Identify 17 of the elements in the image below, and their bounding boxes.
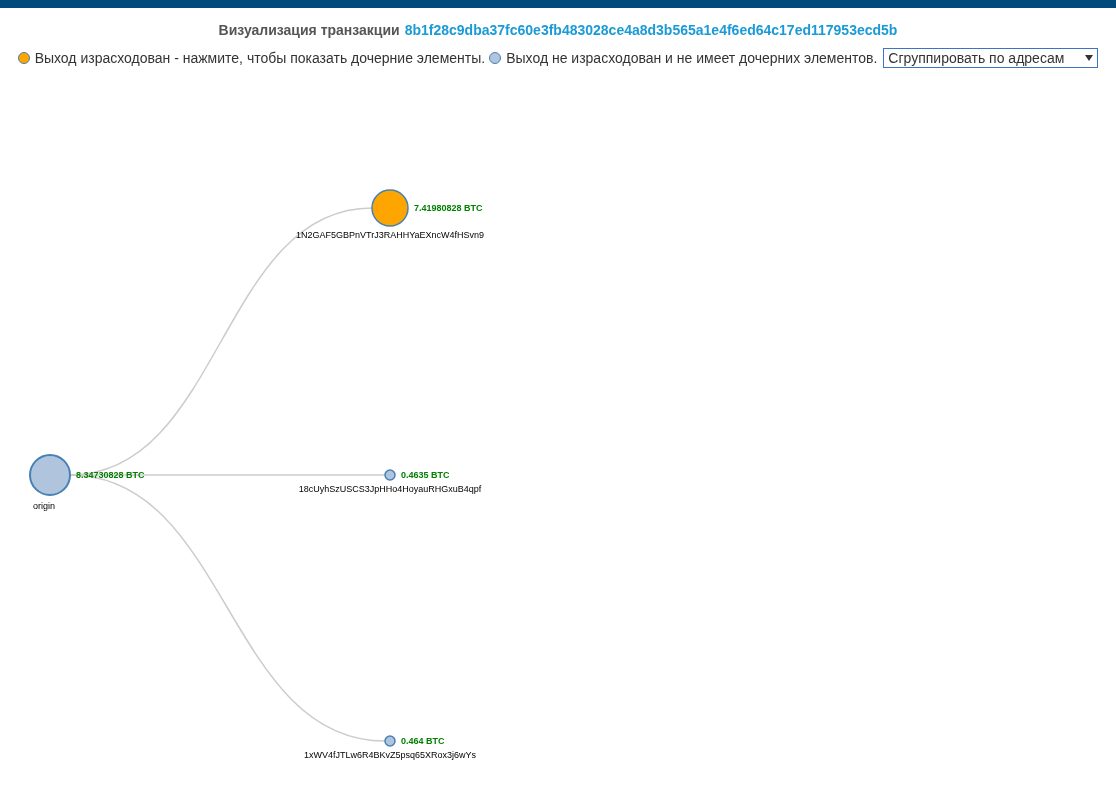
node-label: origin [33, 501, 55, 511]
amount-label: 0.464 BTC [401, 736, 445, 746]
dropdown-arrow-icon [1085, 55, 1094, 61]
output-node[interactable] [384, 735, 396, 747]
address-label: 18cUyhSzUSCS3JpHHo4HoyauRHGxuB4qpf [298, 484, 482, 494]
address-label: 1xWV4fJTLw6R4BKvZ5psq65XRox3j6wYs [303, 750, 477, 760]
output-node[interactable] [384, 469, 396, 481]
page-title: Визуализация транзакции [218, 22, 400, 38]
output-node[interactable] [371, 189, 409, 227]
address-label: 1N2GAF5GBPnVTrJ3RAHHYaEXncW4fHSvn9 [295, 230, 485, 240]
origin-node[interactable] [29, 454, 71, 496]
group-select[interactable]: Сгруппировать по адресам [883, 48, 1099, 68]
amount-label: 0.4635 BTC [401, 470, 450, 480]
amount-label: 8.34730828 BTC [76, 470, 145, 480]
legend-text: Выход не израсходован и не имеет дочерних элементов. [506, 50, 878, 66]
legend-text: Выход израсходован - нажмите, чтобы показать дочерние элементы. [34, 50, 486, 66]
amount-label: 7.41980828 BTC [414, 203, 483, 213]
